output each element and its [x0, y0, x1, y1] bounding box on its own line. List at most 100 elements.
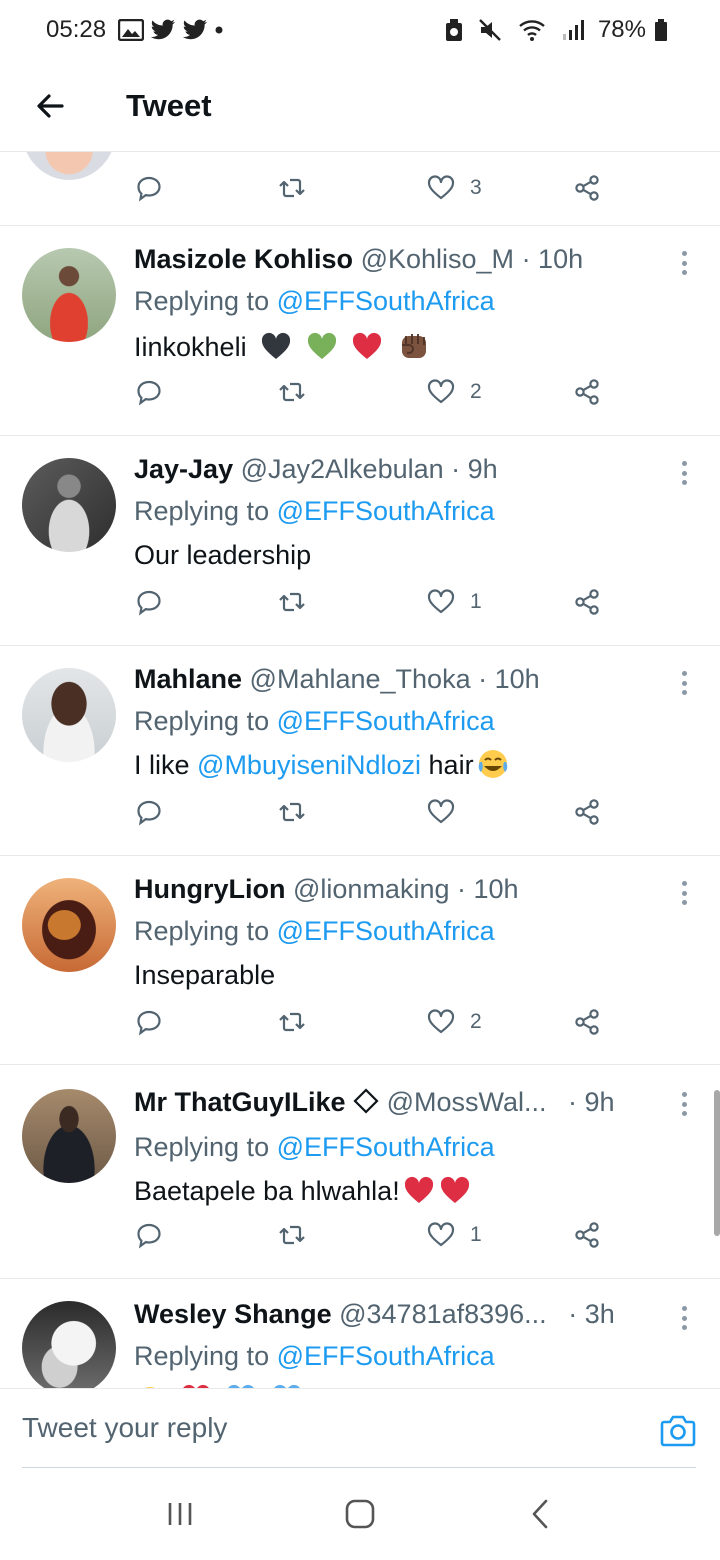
retweet-button[interactable]	[276, 1002, 308, 1042]
author-handle[interactable]: @Mahlane_Thoka	[250, 664, 471, 694]
reply-button[interactable]	[134, 1215, 164, 1255]
share-button[interactable]	[572, 372, 602, 412]
camera-button[interactable]	[660, 1413, 696, 1452]
author-handle[interactable]: @Jay2Alkebulan	[241, 454, 444, 484]
reply-button[interactable]	[134, 1002, 164, 1042]
diamond-icon	[353, 1088, 379, 1122]
reply-button[interactable]	[134, 582, 164, 622]
more-options-button[interactable]	[674, 878, 694, 908]
reply-button[interactable]	[134, 372, 164, 412]
author-handle[interactable]: @MossWal...	[387, 1087, 547, 1117]
replying-to-mention[interactable]: @EFFSouthAfrica	[277, 1341, 495, 1371]
tweet[interactable]: Wesley Shange @34781af8396... · 3h Reply…	[0, 1279, 720, 1388]
retweet-button[interactable]	[276, 582, 308, 622]
tweet-time: · 9h	[451, 454, 498, 484]
green-heart-icon	[306, 332, 338, 370]
twitter-notification-icon	[150, 19, 176, 41]
home-button[interactable]	[320, 1479, 400, 1549]
more-options-button[interactable]	[674, 458, 694, 488]
back-button[interactable]	[0, 60, 100, 152]
tweet[interactable]: Jay-Jay @Jay2Alkebulan · 9h Replying to …	[0, 436, 720, 646]
author-handle[interactable]: @34781af8396...	[339, 1299, 547, 1329]
like-count: 2	[470, 1010, 482, 1033]
tweet-body: Masizole Kohliso @Kohliso_M · 10h Replyi…	[134, 242, 670, 370]
like-button[interactable]: 2	[426, 1002, 482, 1042]
tweet-text: Inseparable	[134, 960, 276, 990]
reply-button[interactable]	[134, 168, 164, 208]
share-button[interactable]	[572, 1002, 602, 1042]
red-heart-icon	[402, 1176, 436, 1214]
retweet-button[interactable]	[276, 792, 308, 832]
like-count: 1	[470, 1223, 482, 1246]
replying-to-mention[interactable]: @EFFSouthAfrica	[277, 286, 495, 316]
retweet-button[interactable]	[276, 1215, 308, 1255]
like-button[interactable]: 2	[426, 372, 482, 412]
scrollbar[interactable]	[714, 1090, 720, 1236]
replying-to-mention[interactable]: @EFFSouthAfrica	[277, 1132, 495, 1162]
tweet[interactable]: Mr ThatGuyILike @MossWal... · 9h Replyin…	[0, 1065, 720, 1279]
tweet[interactable]: HungryLion @lionmaking · 10h Replying to…	[0, 856, 720, 1065]
avatar[interactable]	[22, 152, 116, 180]
tweet-body: Mahlane @Mahlane_Thoka · 10h Replying to…	[134, 662, 670, 788]
replying-to-mention[interactable]: @EFFSouthAfrica	[277, 706, 495, 736]
tweet[interactable]: Mahlane @Mahlane_Thoka · 10h Replying to…	[0, 646, 720, 856]
share-button[interactable]	[572, 168, 602, 208]
like-button[interactable]	[426, 792, 470, 832]
like-button[interactable]: 1	[426, 582, 482, 622]
tweet-time: · 9h	[568, 1087, 615, 1117]
retweet-icon	[279, 178, 305, 198]
avatar[interactable]	[22, 668, 116, 762]
reply-icon	[137, 1223, 161, 1249]
tweet-partial[interactable]: 3	[0, 152, 720, 226]
recent-apps-button[interactable]	[140, 1479, 220, 1549]
more-options-button[interactable]	[674, 668, 694, 698]
back-nav-button[interactable]	[500, 1479, 580, 1549]
retweet-button[interactable]	[276, 372, 308, 412]
like-button[interactable]: 1	[426, 1215, 482, 1255]
recent-apps-icon	[168, 1503, 192, 1525]
reply-button[interactable]	[134, 792, 164, 832]
share-button[interactable]	[572, 582, 602, 622]
heart-icon	[427, 1009, 455, 1034]
author-name[interactable]: Wesley Shange	[134, 1299, 332, 1329]
reply-feed[interactable]: 3 Masizole Kohliso @Kohliso_M · 10h Repl…	[0, 152, 720, 1388]
reply-composer	[0, 1388, 720, 1468]
replying-to-mention[interactable]: @EFFSouthAfrica	[277, 496, 495, 526]
author-handle[interactable]: @lionmaking	[293, 874, 449, 904]
reply-icon	[137, 590, 161, 616]
replying-to-label: Replying to	[134, 1341, 270, 1371]
avatar[interactable]	[22, 458, 116, 552]
more-options-button[interactable]	[674, 1089, 694, 1119]
more-options-button[interactable]	[674, 248, 694, 278]
battery-level: 78%	[597, 16, 646, 43]
reply-input[interactable]	[22, 1389, 640, 1467]
replying-to: Replying to @EFFSouthAfrica	[134, 704, 670, 738]
home-icon	[345, 1499, 375, 1529]
tweet[interactable]: Masizole Kohliso @Kohliso_M · 10h Replyi…	[0, 226, 720, 436]
more-options-button[interactable]	[674, 1303, 694, 1333]
avatar[interactable]	[22, 1089, 116, 1183]
avatar[interactable]	[22, 248, 116, 342]
like-button[interactable]: 3	[426, 168, 482, 208]
battery-icon	[654, 18, 668, 42]
heart-icon	[427, 589, 455, 614]
replying-to-label: Replying to	[134, 1132, 270, 1162]
tweet-text: Our leadership	[134, 540, 312, 570]
tweet-actions	[134, 792, 614, 832]
avatar[interactable]	[22, 1301, 116, 1388]
author-name[interactable]: Masizole Kohliso	[134, 244, 353, 274]
share-button[interactable]	[572, 1215, 602, 1255]
author-name[interactable]: Mr ThatGuyILike	[134, 1087, 346, 1117]
text-mention[interactable]: @MbuyiseniNdlozi	[197, 750, 421, 780]
replying-to-mention[interactable]: @EFFSouthAfrica	[277, 916, 495, 946]
retweet-button[interactable]	[276, 168, 308, 208]
tweet-body: HungryLion @lionmaking · 10h Replying to…	[134, 872, 670, 992]
replying-to-label: Replying to	[134, 916, 270, 946]
avatar[interactable]	[22, 878, 116, 972]
author-name[interactable]: Mahlane	[134, 664, 242, 694]
author-handle[interactable]: @Kohliso_M	[361, 244, 514, 274]
author-name[interactable]: Jay-Jay	[134, 454, 233, 484]
author-name[interactable]: HungryLion	[134, 874, 285, 904]
replying-to: Replying to @EFFSouthAfrica	[134, 284, 670, 318]
share-button[interactable]	[572, 792, 602, 832]
